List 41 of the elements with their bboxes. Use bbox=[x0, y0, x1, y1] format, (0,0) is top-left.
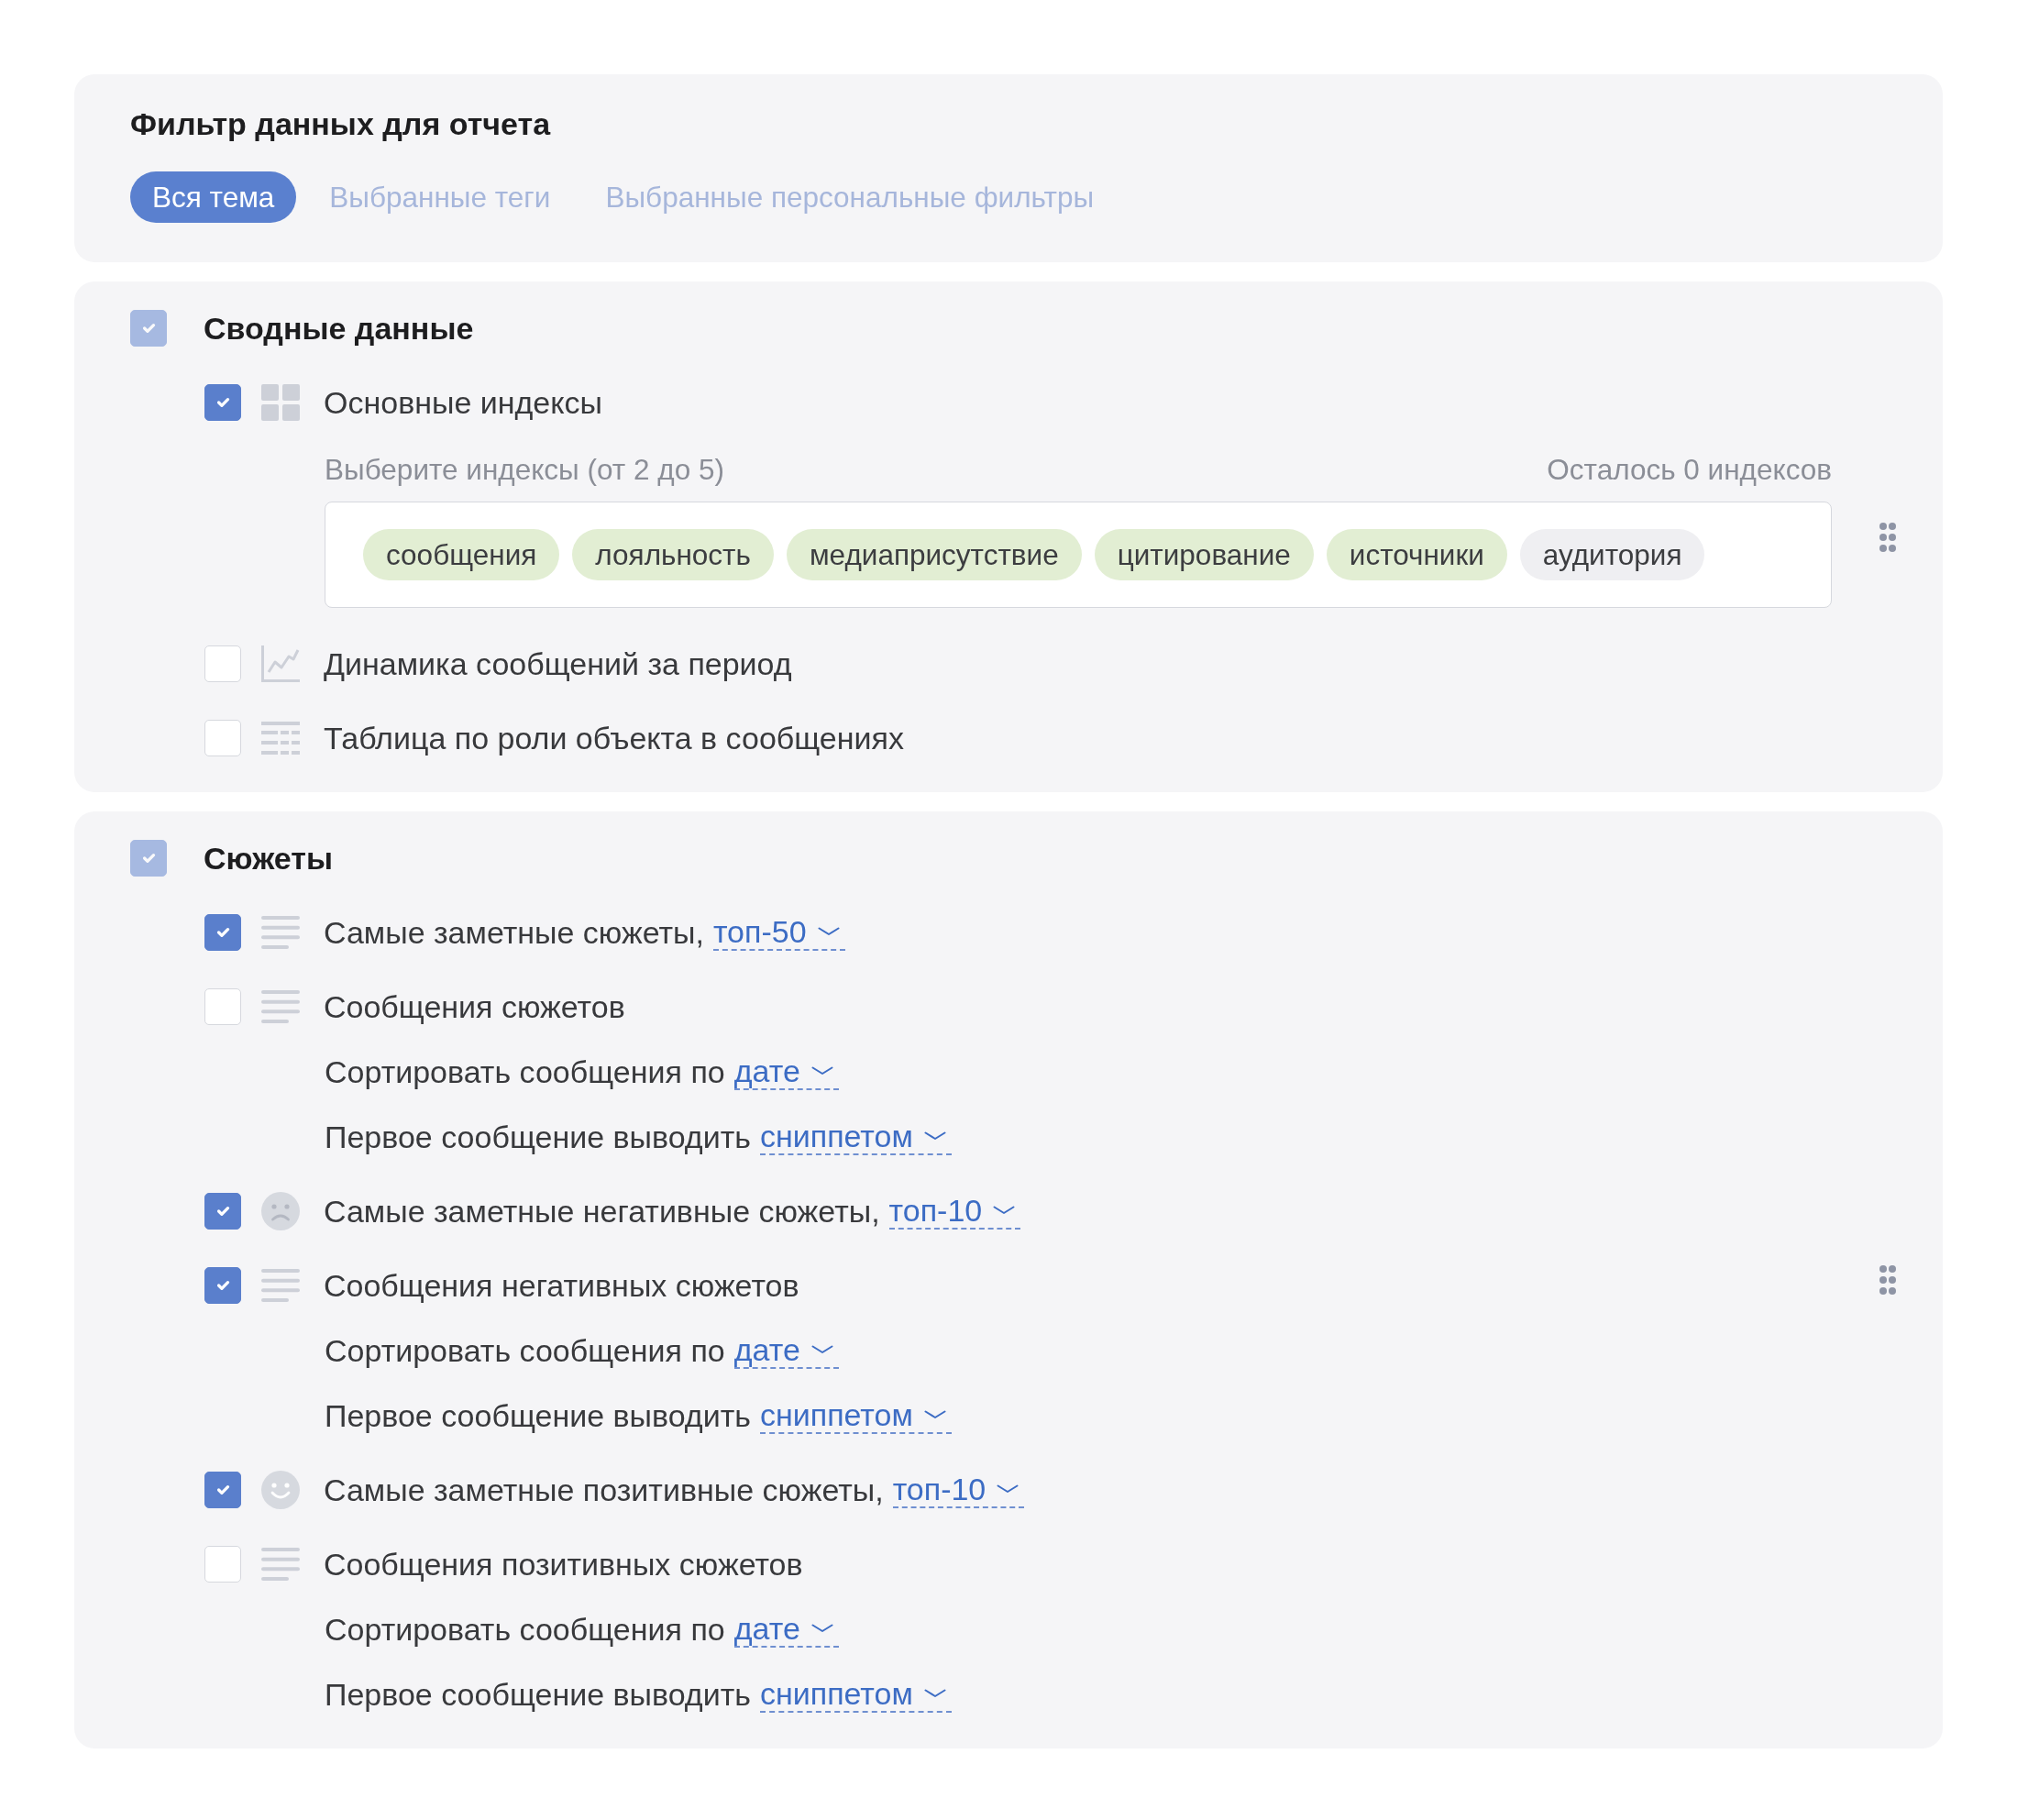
setting-label: Сортировать сообщения по bbox=[325, 1053, 725, 1090]
chevron-down-icon bbox=[923, 1689, 946, 1698]
smiling-face-icon bbox=[261, 1471, 300, 1509]
chevron-down-icon bbox=[817, 927, 840, 936]
section-title: Сводные данные bbox=[204, 310, 474, 347]
option-label: Динамика сообщений за период bbox=[324, 645, 792, 682]
option-label: Сообщения сюжетов bbox=[324, 988, 625, 1025]
tab[interactable]: Вся тема bbox=[130, 171, 297, 223]
option-label: Основные индексы bbox=[324, 384, 602, 421]
panel-title: Фильтр данных для отчета bbox=[130, 105, 552, 142]
option-label: Самые заметные позитивные сюжеты, bbox=[324, 1472, 884, 1508]
section-title: Сюжеты bbox=[204, 840, 333, 877]
remaining-count: Осталось 0 индексов bbox=[1547, 453, 1832, 486]
sad-face-icon bbox=[261, 1192, 300, 1230]
chevron-down-icon bbox=[923, 1410, 946, 1419]
chevron-down-icon bbox=[997, 1484, 1020, 1494]
grid-icon bbox=[261, 384, 300, 421]
option-label: Сообщения позитивных сюжетов bbox=[324, 1546, 803, 1583]
drag-handle-icon[interactable] bbox=[1879, 1265, 1896, 1295]
chevron-down-icon bbox=[923, 1131, 946, 1141]
text-lines-icon bbox=[261, 1269, 300, 1302]
setting-label: Первое сообщение выводить bbox=[325, 1397, 751, 1434]
text-lines-icon bbox=[261, 990, 300, 1023]
text-lines-icon bbox=[261, 1548, 300, 1581]
chevron-down-icon bbox=[993, 1206, 1016, 1215]
setting-label: Первое сообщение выводить bbox=[325, 1119, 751, 1155]
setting-label: Сортировать сообщения по bbox=[325, 1611, 725, 1648]
option-label: Самые заметные негативные сюжеты, bbox=[324, 1193, 880, 1230]
option-label: Самые заметные сюжеты, bbox=[324, 914, 704, 951]
setting-label: Первое сообщение выводить bbox=[325, 1676, 751, 1713]
option-label: Таблица по роли объекта в сообщениях bbox=[324, 720, 904, 756]
chevron-down-icon bbox=[810, 1066, 833, 1075]
line-chart-icon bbox=[261, 645, 300, 682]
text-lines-icon bbox=[261, 916, 300, 949]
option-label: Сообщения негативных сюжетов bbox=[324, 1267, 799, 1304]
table-icon bbox=[261, 722, 300, 755]
setting-label: Сортировать сообщения по bbox=[325, 1332, 725, 1369]
hint-text: Выберите индексы (от 2 до 5) bbox=[325, 453, 724, 486]
chevron-down-icon bbox=[810, 1624, 833, 1633]
chevron-down-icon bbox=[810, 1345, 833, 1354]
drag-handle-icon[interactable] bbox=[1879, 522, 1896, 552]
